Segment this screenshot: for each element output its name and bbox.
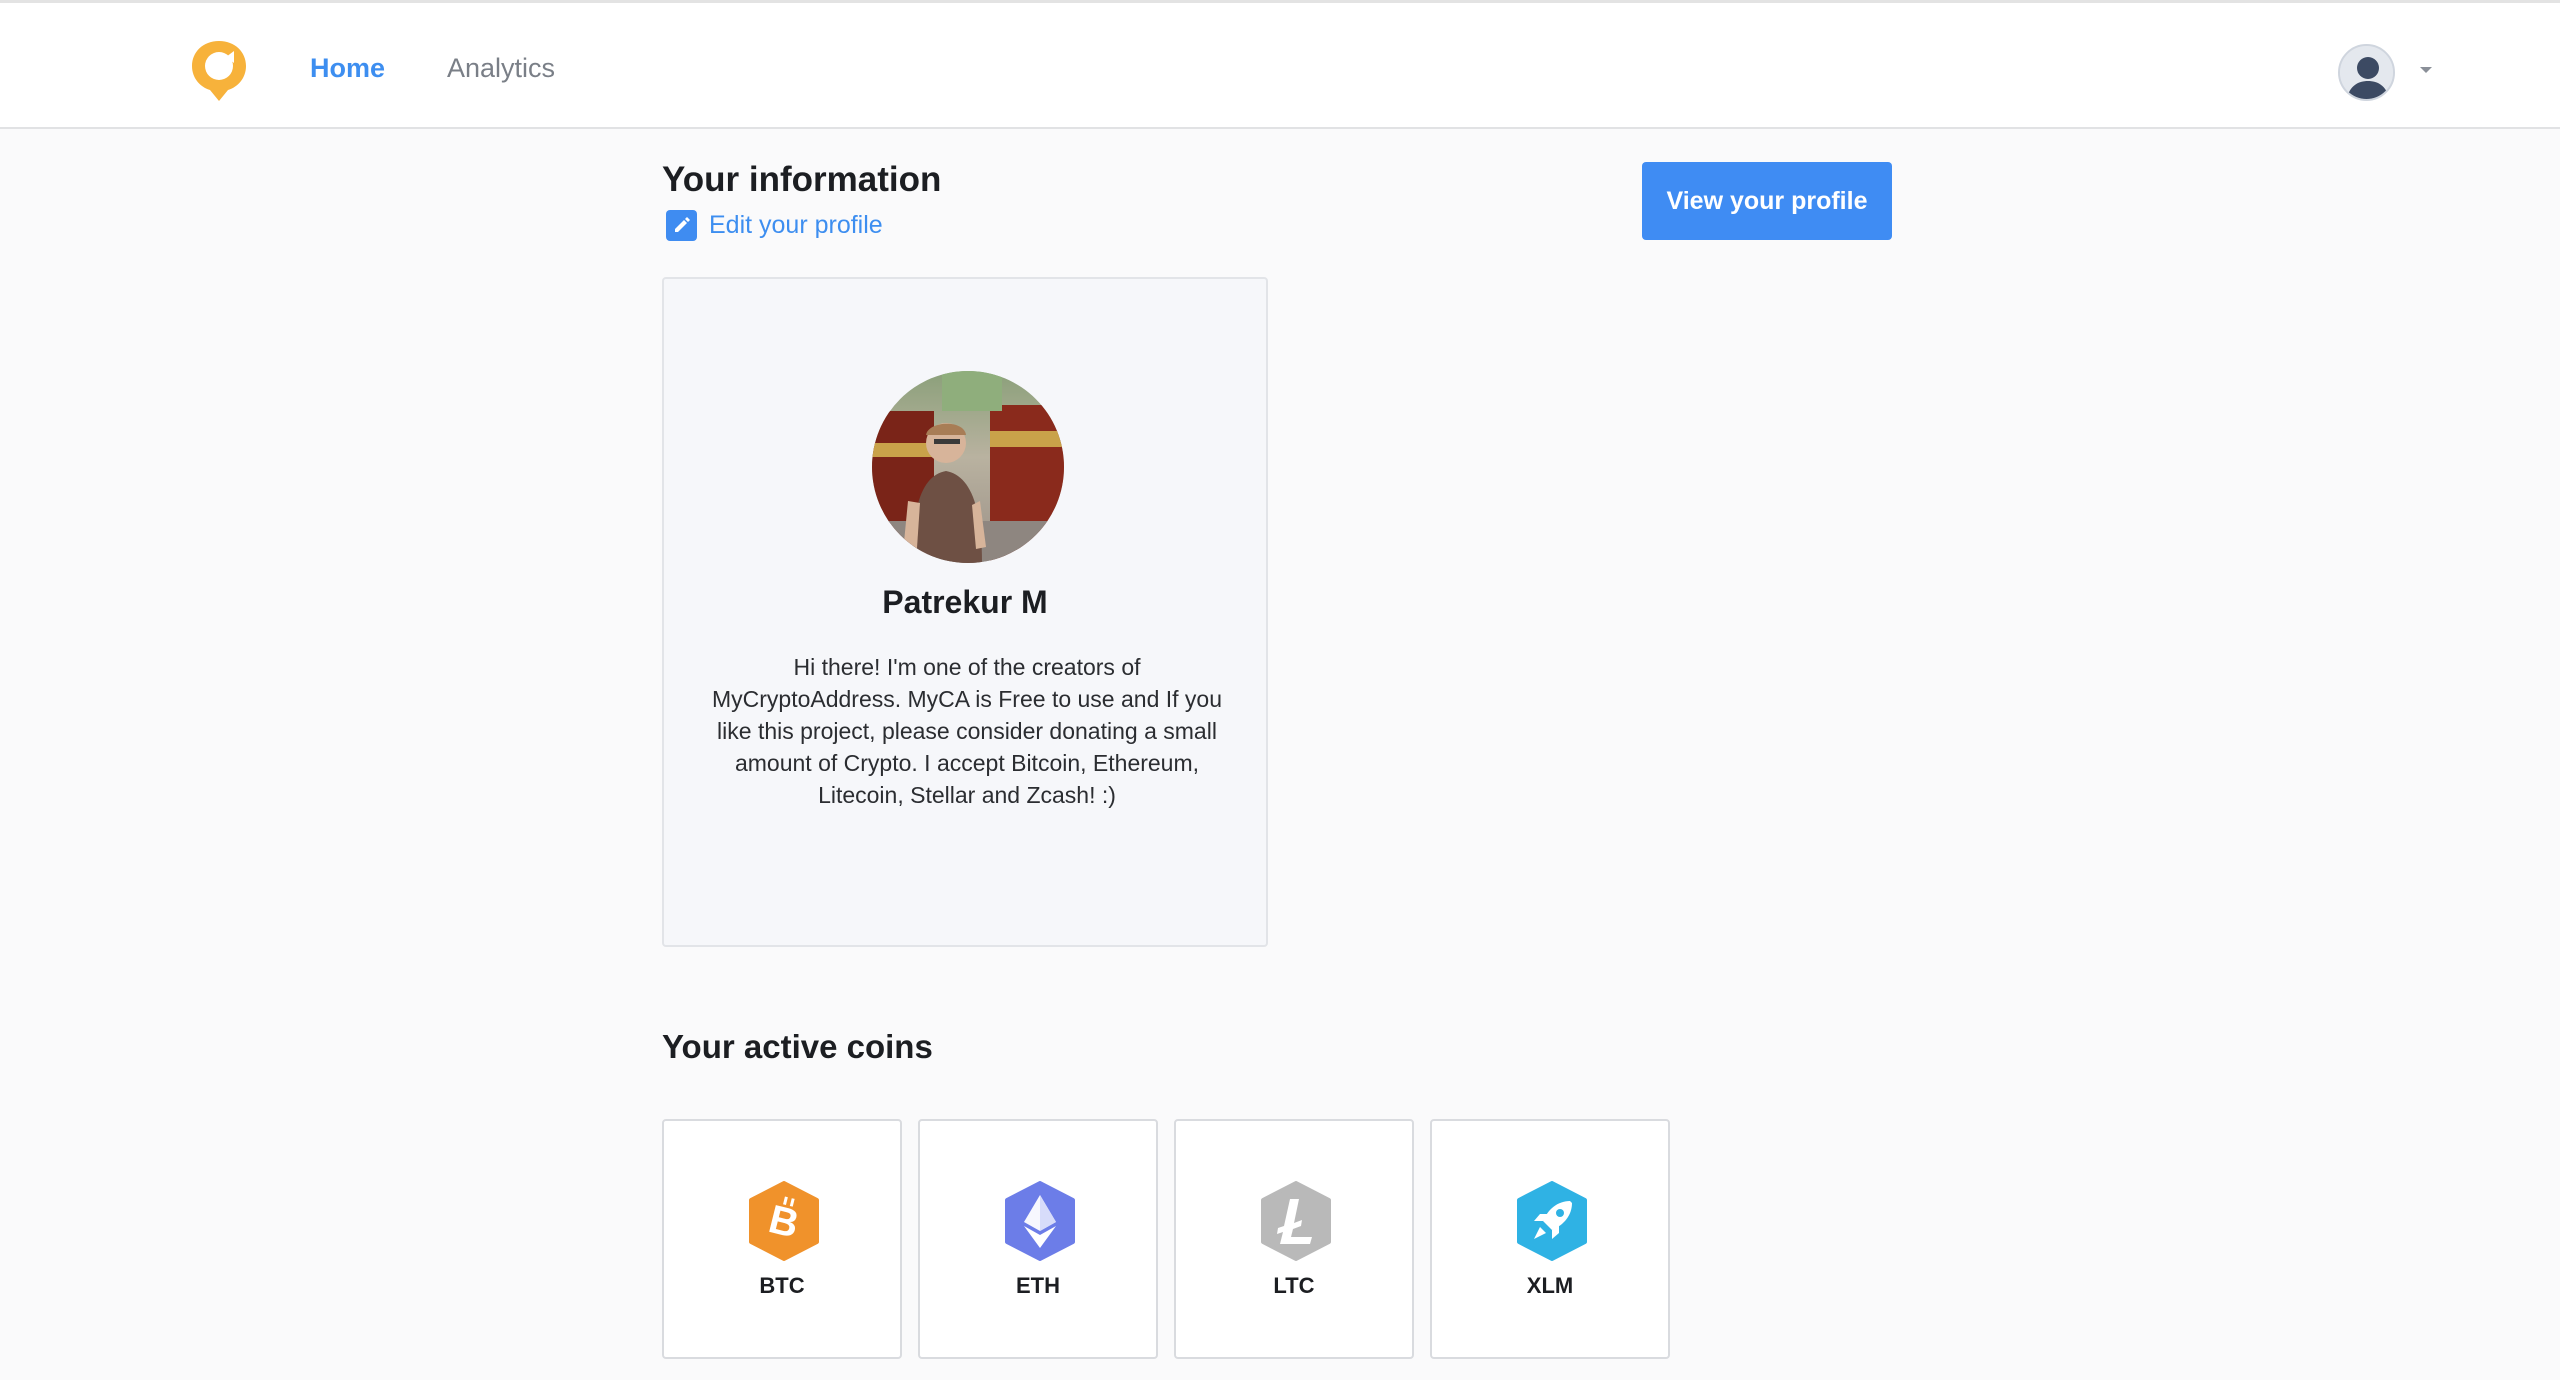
edit-profile-label: Edit your profile <box>709 210 883 239</box>
edit-profile-link[interactable]: Edit your profile <box>666 208 883 242</box>
coin-card-eth[interactable]: ETH <box>918 1119 1158 1359</box>
nav-analytics-link[interactable]: Analytics <box>447 51 555 85</box>
top-navbar: Home Analytics <box>0 0 2560 129</box>
coin-card-xlm[interactable]: XLM <box>1430 1119 1670 1359</box>
logo-icon[interactable] <box>188 37 250 103</box>
chevron-down-icon[interactable] <box>2418 65 2434 75</box>
profile-card: Patrekur M Hi there! I'm one of the crea… <box>662 277 1268 947</box>
coin-card-ltc[interactable]: LTC <box>1174 1119 1414 1359</box>
stellar-rocket-icon <box>1517 1181 1587 1261</box>
profile-name: Patrekur M <box>882 584 1048 620</box>
coin-label: BTC <box>759 1273 805 1298</box>
page-title: Your information <box>662 160 942 199</box>
bitcoin-icon: B <box>749 1181 819 1261</box>
litecoin-icon <box>1261 1181 1331 1261</box>
coin-label: XLM <box>1526 1273 1574 1298</box>
profile-photo <box>872 371 1064 563</box>
coin-label: ETH <box>1016 1273 1060 1298</box>
nav-home-link[interactable]: Home <box>310 51 385 85</box>
active-coins-title: Your active coins <box>662 1028 933 1065</box>
profile-bio: Hi there! I'm one of the creators of MyC… <box>711 654 1223 808</box>
ethereum-icon <box>1005 1181 1075 1261</box>
user-silhouette-icon <box>2340 46 2393 99</box>
view-profile-button[interactable]: View your profile <box>1642 162 1892 240</box>
user-avatar[interactable] <box>2338 44 2395 101</box>
pencil-icon <box>666 209 697 241</box>
coin-label: LTC <box>1273 1273 1315 1298</box>
coin-card-btc[interactable]: B BTC <box>662 1119 902 1359</box>
